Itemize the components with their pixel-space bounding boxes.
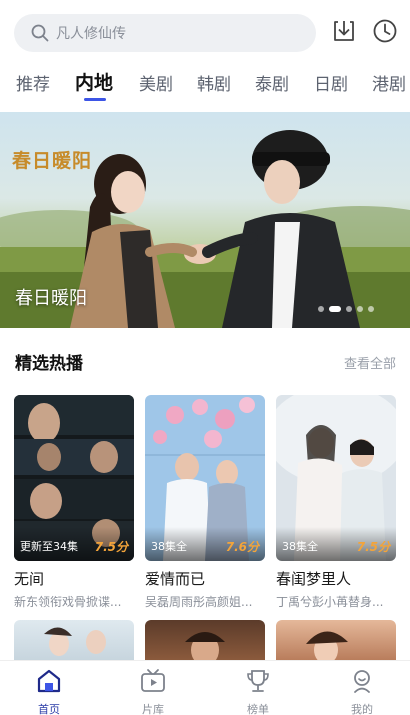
banner-logo: 春日暖阳 [12,150,93,172]
tab-korean-drama[interactable]: 韩剧 [197,70,231,95]
top-bar: 凡人修仙传 [0,0,410,62]
view-all-link[interactable]: 查看全部 [344,353,396,372]
banner-caption: 春日暖阳 [15,288,87,309]
episode-badge: 38集全 [282,540,318,553]
search-icon [30,23,50,43]
drama-title[interactable]: 无间 [14,568,134,589]
nav-home-label: 首页 [38,703,60,715]
rating-score: 7.5分 [356,540,390,554]
carousel-dot[interactable] [346,306,352,312]
nav-library[interactable]: 片库 [123,667,183,715]
trophy-icon [244,667,272,699]
poster-chungui-mengliren[interactable]: 38集全 7.5分 [276,395,396,561]
tv-icon [139,667,167,699]
tab-recommend[interactable]: 推荐 [16,70,50,95]
carousel-dots [318,306,374,312]
episode-badge: 更新至34集 [20,540,78,553]
section-title: 精选热播 [15,354,83,374]
poster-art [185,632,225,660]
drama-description: 新东领衔戏骨掀谍... [14,595,122,609]
drama-card-partial[interactable] [145,620,265,660]
carousel-dot[interactable] [318,306,324,312]
rating-score: 7.5分 [94,540,128,554]
drama-card-partial[interactable] [14,620,134,660]
drama-card-partial[interactable] [276,620,396,660]
episode-badge: 38集全 [151,540,187,553]
nav-library-label: 片库 [142,703,164,715]
drama-description: 丁禹兮彭小苒替身... [276,595,384,609]
tab-japanese-drama[interactable]: 日剧 [314,70,348,95]
drama-title[interactable]: 春闺梦里人 [276,568,396,589]
home-icon [35,667,63,699]
drama-title[interactable]: 爱情而已 [145,568,265,589]
poster-art [306,631,348,660]
poster-aiqing-eryi[interactable]: 38集全 7.6分 [145,395,265,561]
nav-home[interactable]: 首页 [19,667,79,715]
active-tab-indicator [84,98,106,101]
nav-profile[interactable]: 我的 [332,667,392,715]
nav-ranking-label: 榜单 [247,703,269,715]
drama-card[interactable]: 更新至34集 7.5分 无间 新东领衔戏骨掀谍... [14,395,134,610]
nav-profile-label: 我的 [351,703,373,715]
bottom-nav: 首页 片库 榜单 我的 [0,660,410,715]
poster-wujian[interactable]: 更新至34集 7.5分 [14,395,134,561]
poster-art [44,627,106,656]
profile-icon [348,667,376,699]
tab-hk-drama[interactable]: 港剧 [372,70,406,95]
drama-card[interactable]: 38集全 7.5分 春闺梦里人 丁禹兮彭小苒替身... [276,395,396,610]
search-placeholder: 凡人修仙传 [56,26,126,42]
drama-card[interactable]: 38集全 7.6分 爱情而已 吴磊周雨彤高颜姐... [145,395,265,610]
rating-score: 7.6分 [225,540,259,554]
tab-thai-drama[interactable]: 泰剧 [255,70,289,95]
clock-icon[interactable] [370,16,400,46]
nav-ranking[interactable]: 榜单 [228,667,288,715]
carousel-dot[interactable] [357,306,363,312]
featured-banner[interactable]: 春日暖阳 春日暖阳 [0,112,410,328]
tab-mainland[interactable]: 内地 [75,68,113,95]
search-bar[interactable]: 凡人修仙传 [14,14,316,52]
category-tabs: 推荐 内地 美剧 韩剧 泰剧 日剧 港剧 [0,62,410,104]
carousel-dot[interactable] [368,306,374,312]
drama-description: 吴磊周雨彤高颜姐... [145,595,253,609]
carousel-dot-active[interactable] [329,306,341,312]
download-icon[interactable] [329,16,359,46]
tab-us-drama[interactable]: 美剧 [139,70,173,95]
